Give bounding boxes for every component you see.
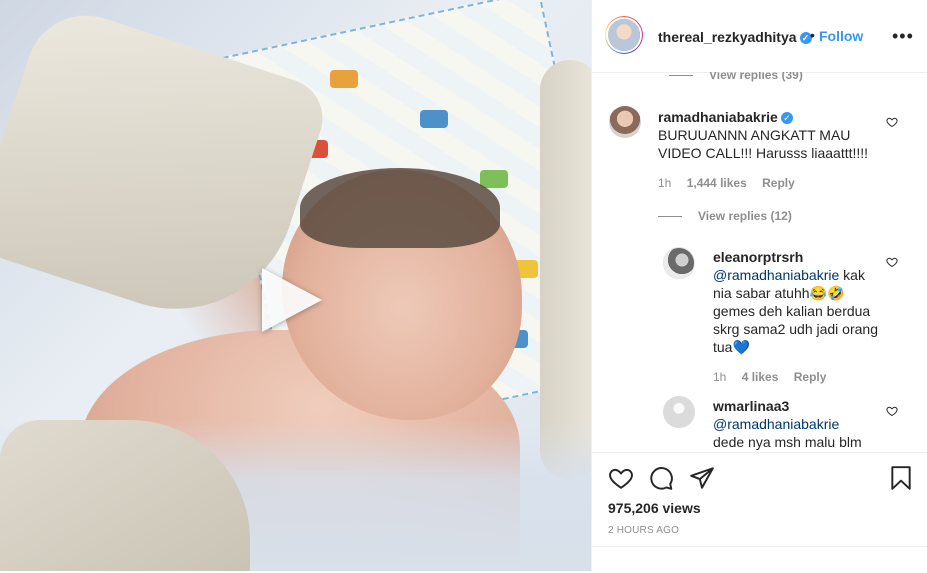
view-replies-label: View replies (39) bbox=[709, 72, 803, 82]
avatar[interactable] bbox=[609, 106, 641, 138]
comment-meta: 1h 4 likes Reply bbox=[713, 370, 838, 384]
comment-meta: 1h 1,444 likes Reply bbox=[658, 176, 807, 190]
comment: wmarlinaa3 @ramadhaniabakrie dede nya ms… bbox=[713, 397, 883, 451]
mention-link[interactable]: @ramadhaniabakrie bbox=[713, 267, 839, 283]
comments-list: View replies (39) ramadhaniabakrie ✓ BURU… bbox=[592, 72, 927, 452]
divider-line bbox=[658, 216, 682, 218]
avatar[interactable] bbox=[663, 396, 695, 428]
comment: eleanorptrsrh @ramadhaniabakrie kak nia … bbox=[713, 248, 883, 356]
reply-button[interactable]: Reply bbox=[794, 370, 827, 384]
heart-icon[interactable] bbox=[886, 405, 898, 417]
view-replies-label: View replies (12) bbox=[698, 209, 792, 223]
view-replies-button[interactable]: View replies (12) bbox=[658, 209, 792, 223]
comment-time: 1h bbox=[658, 176, 672, 190]
gloved-hand bbox=[540, 60, 591, 480]
comment-text: dede nya msh malu blm bbox=[713, 434, 862, 450]
verified-icon: ✓ bbox=[780, 112, 793, 124]
author-username-text[interactable]: thereal_rezkyadhitya bbox=[658, 29, 797, 45]
comment-icon[interactable] bbox=[648, 465, 674, 491]
post-timestamp[interactable]: 2 HOURS AGO bbox=[608, 525, 679, 536]
heart-icon[interactable] bbox=[608, 465, 634, 491]
post-media-video[interactable] bbox=[0, 0, 591, 571]
share-icon[interactable] bbox=[689, 465, 715, 491]
comment-username[interactable]: eleanorptrsrh bbox=[713, 249, 803, 265]
avatar[interactable] bbox=[663, 247, 695, 279]
view-count[interactable]: 975,206 views bbox=[608, 500, 701, 516]
comment-text: BURUUANNN ANGKATT MAU VIDEO CALL!!! Haru… bbox=[658, 127, 869, 161]
blanket-print bbox=[480, 170, 508, 188]
comment-username[interactable]: ramadhaniabakrie bbox=[658, 109, 778, 125]
mention-link[interactable]: @ramadhaniabakrie bbox=[713, 416, 839, 432]
play-icon[interactable] bbox=[262, 268, 322, 332]
comment-time: 1h bbox=[713, 370, 727, 384]
divider-line bbox=[669, 75, 693, 77]
dot-separator: • bbox=[810, 27, 815, 43]
comment-username[interactable]: wmarlinaa3 bbox=[713, 398, 789, 414]
newborn-hair bbox=[300, 168, 500, 248]
comment-likes[interactable]: 1,444 likes bbox=[687, 176, 747, 190]
heart-icon[interactable] bbox=[886, 256, 898, 268]
post-header: thereal_rezkyadhitya ✓ • Follow ••• bbox=[592, 0, 927, 73]
blanket-print bbox=[420, 110, 448, 128]
comment-likes[interactable]: 4 likes bbox=[742, 370, 779, 384]
post-actions: 975,206 views 2 HOURS AGO bbox=[592, 452, 927, 572]
reply-button[interactable]: Reply bbox=[762, 176, 795, 190]
more-options-icon[interactable]: ••• bbox=[892, 27, 914, 45]
follow-button[interactable]: Follow bbox=[819, 28, 863, 44]
blanket-print bbox=[330, 70, 358, 88]
author-username[interactable]: thereal_rezkyadhitya ✓ bbox=[658, 29, 812, 45]
add-comment-bar[interactable] bbox=[592, 546, 927, 573]
avatar[interactable] bbox=[605, 16, 643, 54]
view-replies-button[interactable]: View replies (39) bbox=[669, 72, 803, 82]
comment: ramadhaniabakrie ✓ BURUUANNN ANGKATT MAU … bbox=[658, 108, 886, 162]
bookmark-icon[interactable] bbox=[888, 465, 914, 491]
heart-icon[interactable] bbox=[886, 116, 898, 128]
post-panel: thereal_rezkyadhitya ✓ • Follow ••• View … bbox=[591, 0, 927, 572]
